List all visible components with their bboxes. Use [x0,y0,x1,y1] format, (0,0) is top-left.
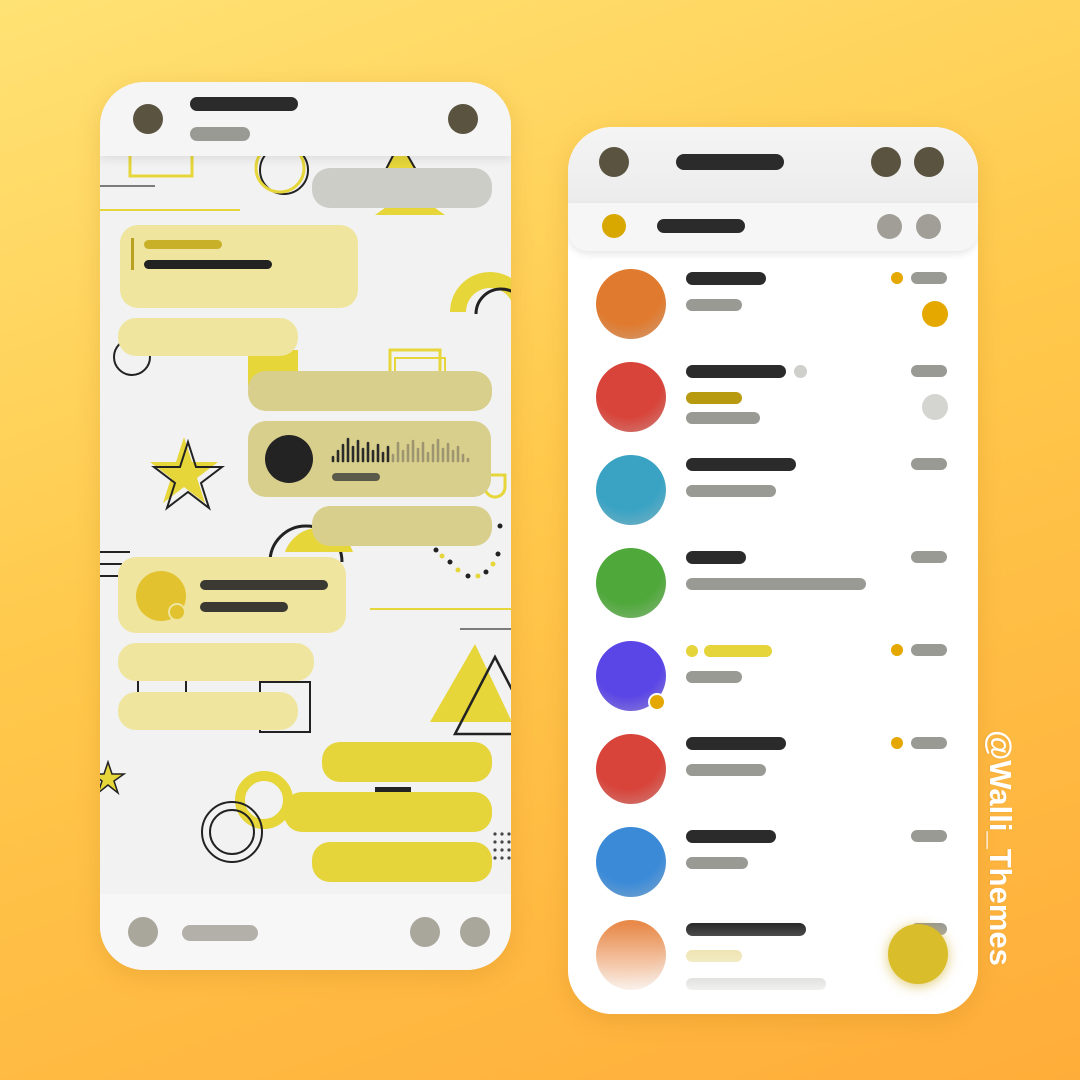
reply-text [144,260,272,269]
contact-status [190,127,250,141]
filter-icon[interactable] [877,214,902,239]
avatar [596,827,666,897]
more-icon[interactable] [914,147,944,177]
chat-name [686,551,746,564]
watermark: @Walli_Themes [980,730,1020,970]
timestamp [911,458,947,470]
message-bubble[interactable] [118,692,298,730]
message-bubble[interactable] [118,643,314,681]
watermark-text: @Walli_Themes [983,730,1018,966]
composer-bar [100,894,511,970]
last-message-line [686,412,760,424]
reply-author [144,240,222,249]
contact-online-badge [168,603,186,621]
last-message [686,485,776,497]
last-message-line [686,978,826,990]
verified-icon [794,365,807,378]
play-icon[interactable] [265,435,313,483]
unread-dot [891,272,903,284]
top-app-bar [568,127,978,203]
search-icon[interactable] [871,147,901,177]
last-message [686,578,866,590]
chat-name [686,923,806,936]
voice-waveform [331,437,470,463]
edit-icon[interactable] [916,214,941,239]
chat-list-item[interactable] [568,536,978,629]
story-dot[interactable] [602,214,626,238]
avatar [596,734,666,804]
chat-name [686,830,776,843]
menu-icon[interactable] [448,104,478,134]
avatar [596,455,666,525]
emoji-icon[interactable] [128,917,158,947]
avatar [596,362,666,432]
pinned-filter-bar [568,203,978,251]
chat-name [686,458,796,471]
chat-list-item[interactable] [568,722,978,815]
last-message [686,392,742,404]
chat-list-screen [568,127,978,1014]
reply-message-bubble[interactable] [120,225,358,308]
last-message [686,857,748,869]
avatar [596,269,666,339]
mic-icon[interactable] [460,917,490,947]
chat-list-item[interactable] [568,350,978,443]
message-bubble[interactable] [322,742,492,782]
compose-icon[interactable] [888,924,948,984]
timestamp [911,737,947,749]
message-input[interactable] [182,925,258,941]
message-bubble[interactable] [284,792,492,832]
reply-quote-bar [131,238,134,270]
chat-name [686,737,786,750]
message-bubble[interactable] [118,318,298,356]
timestamp [911,365,947,377]
contact-name [190,97,298,111]
timestamp [911,551,947,563]
chat-screen [100,82,511,970]
online-badge [648,693,666,711]
avatar [596,920,666,990]
unread-badge [922,394,948,420]
last-message [686,671,742,683]
app-title [676,154,784,170]
chat-list-item[interactable] [568,815,978,908]
chat-list-item[interactable] [568,443,978,536]
chat-list-item[interactable] [568,629,978,722]
timestamp [911,830,947,842]
chat-list-item[interactable] [568,257,978,350]
voice-message-bubble[interactable] [248,421,491,497]
filter-label[interactable] [657,219,745,233]
timestamp [911,644,947,656]
last-message [686,950,742,962]
last-message [686,764,766,776]
message-bubble[interactable] [312,842,492,882]
unread-badge [922,301,948,327]
menu-icon[interactable] [599,147,629,177]
chat-header [100,82,511,156]
contact-message-bubble[interactable] [118,557,346,633]
timestamp [911,272,947,284]
message-bubble[interactable] [248,371,492,411]
back-icon[interactable] [133,104,163,134]
avatar [596,548,666,618]
contact-card-name [200,580,328,590]
attach-icon[interactable] [410,917,440,947]
typing-dot [686,645,698,657]
voice-duration [332,473,380,481]
chat-name [686,365,786,378]
typing-indicator [704,645,772,657]
unread-dot [891,737,903,749]
message-bubble[interactable] [312,168,492,208]
unread-dot [891,644,903,656]
chat-name [686,272,766,285]
contact-card-detail [200,602,288,612]
message-bubble[interactable] [312,506,492,546]
last-message [686,299,742,311]
